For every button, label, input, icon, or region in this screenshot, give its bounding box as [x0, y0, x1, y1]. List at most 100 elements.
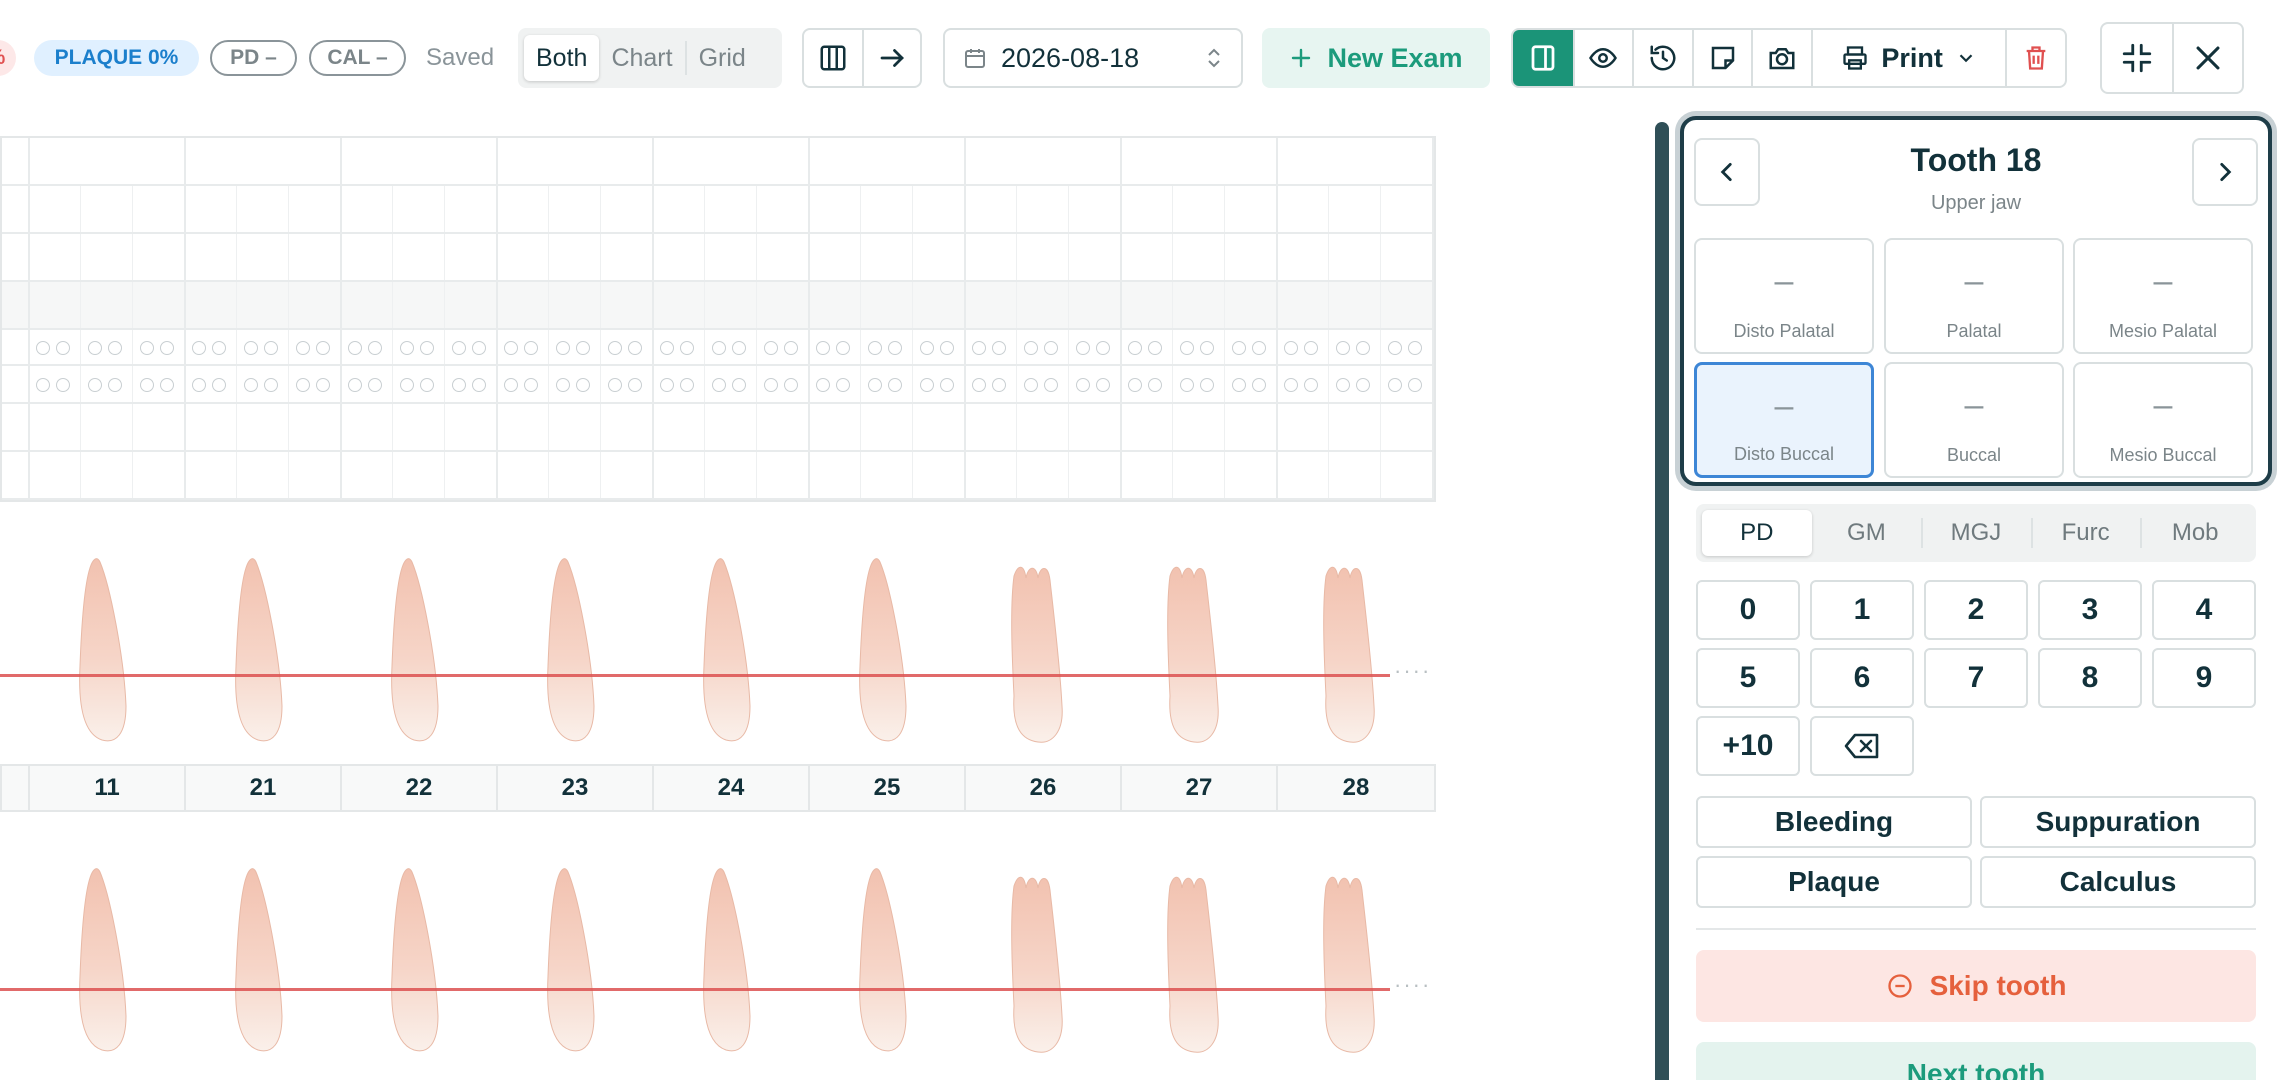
- tooth-illustration[interactable]: [1156, 556, 1236, 752]
- bleeding-indicator[interactable]: [1232, 341, 1246, 355]
- tab-gm[interactable]: GM: [1812, 510, 1922, 556]
- view-grid-button[interactable]: Grid: [687, 35, 758, 81]
- tooth-illustration[interactable]: [1312, 556, 1392, 752]
- bleeding-indicator[interactable]: [524, 341, 538, 355]
- bleeding-indicator[interactable]: [992, 341, 1006, 355]
- keypad-key-4[interactable]: 4: [2152, 580, 2256, 640]
- bleeding-indicator[interactable]: [1356, 341, 1370, 355]
- bleeding-indicator[interactable]: [712, 341, 726, 355]
- tooth-number[interactable]: 25: [808, 766, 964, 810]
- bleeding-indicator[interactable]: [316, 378, 330, 392]
- bleeding-indicator[interactable]: [888, 341, 902, 355]
- tooth-illustration[interactable]: [1000, 556, 1080, 752]
- bleeding-indicator[interactable]: [192, 378, 206, 392]
- bleeding-indicator[interactable]: [504, 378, 518, 392]
- bleeding-indicator[interactable]: [212, 341, 226, 355]
- bleeding-indicator[interactable]: [244, 341, 258, 355]
- keypad-key-7[interactable]: 7: [1924, 648, 2028, 708]
- bleeding-indicator[interactable]: [764, 378, 778, 392]
- tooth-number[interactable]: 28: [1276, 766, 1434, 810]
- tooth-illustration[interactable]: [64, 556, 144, 752]
- tooth-number[interactable]: 22: [340, 766, 496, 810]
- bleeding-indicator[interactable]: [680, 378, 694, 392]
- bleeding-indicator[interactable]: [836, 378, 850, 392]
- bleeding-indicator[interactable]: [296, 378, 310, 392]
- bleeding-indicator[interactable]: [160, 378, 174, 392]
- bleeding-indicator[interactable]: [1200, 341, 1214, 355]
- bleeding-indicator[interactable]: [940, 378, 954, 392]
- new-exam-button[interactable]: New Exam: [1262, 28, 1490, 88]
- bleeding-indicator[interactable]: [608, 378, 622, 392]
- tooth-number[interactable]: 26: [964, 766, 1120, 810]
- bleeding-indicator[interactable]: [972, 378, 986, 392]
- bleeding-indicator[interactable]: [660, 378, 674, 392]
- bleeding-indicator[interactable]: [472, 378, 486, 392]
- bleeding-indicator[interactable]: [972, 341, 986, 355]
- bleeding-indicator[interactable]: [88, 378, 102, 392]
- tooth-number[interactable]: 24: [652, 766, 808, 810]
- delete-exam-button[interactable]: [2005, 30, 2065, 86]
- bleeding-indicator[interactable]: [764, 341, 778, 355]
- tooth-illustration[interactable]: [1000, 866, 1080, 1062]
- exam-date-picker[interactable]: 2026-08-18: [943, 28, 1243, 88]
- skip-tooth-button[interactable]: Skip tooth: [1696, 950, 2256, 1022]
- bleeding-indicator[interactable]: [1356, 378, 1370, 392]
- bleeding-indicator[interactable]: [1336, 341, 1350, 355]
- tooth-illustration[interactable]: [532, 866, 612, 1062]
- bleeding-indicator[interactable]: [368, 341, 382, 355]
- bleeding-indicator[interactable]: [868, 341, 882, 355]
- bleeding-indicator[interactable]: [1096, 378, 1110, 392]
- columns-button[interactable]: [804, 30, 862, 86]
- tooth-illustration[interactable]: [220, 556, 300, 752]
- tab-furc[interactable]: Furc: [2030, 510, 2141, 556]
- view-both-button[interactable]: Both: [524, 35, 600, 81]
- bleeding-indicator[interactable]: [576, 341, 590, 355]
- tooth-illustration[interactable]: [844, 556, 924, 752]
- bleeding-indicator[interactable]: [244, 378, 258, 392]
- bleeding-indicator[interactable]: [732, 341, 746, 355]
- bleeding-indicator[interactable]: [36, 341, 50, 355]
- exit-fullscreen-button[interactable]: [2102, 24, 2172, 92]
- site-mesio-buccal[interactable]: – Mesio Buccal: [2073, 362, 2253, 478]
- bleeding-indicator[interactable]: [264, 378, 278, 392]
- bleeding-indicator[interactable]: [192, 341, 206, 355]
- bleeding-indicator[interactable]: [836, 341, 850, 355]
- bleeding-indicator[interactable]: [608, 341, 622, 355]
- bleeding-indicator[interactable]: [576, 378, 590, 392]
- tooth-illustration[interactable]: [688, 556, 768, 752]
- bleeding-indicator[interactable]: [296, 341, 310, 355]
- bleeding-indicator[interactable]: [1252, 378, 1266, 392]
- bleeding-indicator[interactable]: [1076, 341, 1090, 355]
- site-palatal[interactable]: – Palatal: [1884, 238, 2064, 354]
- bleeding-indicator[interactable]: [400, 378, 414, 392]
- print-button[interactable]: Print: [1810, 30, 2006, 86]
- tooth-illustration[interactable]: [64, 866, 144, 1062]
- bleeding-indicator[interactable]: [940, 341, 954, 355]
- bleeding-indicator[interactable]: [920, 378, 934, 392]
- bleeding-indicator[interactable]: [524, 378, 538, 392]
- bleeding-indicator[interactable]: [556, 341, 570, 355]
- tooth-illustration[interactable]: [376, 556, 456, 752]
- bleeding-indicator[interactable]: [816, 341, 830, 355]
- close-button[interactable]: [2172, 24, 2242, 92]
- bleeding-indicator[interactable]: [888, 378, 902, 392]
- bleeding-indicator[interactable]: [1076, 378, 1090, 392]
- bleeding-indicator[interactable]: [1408, 341, 1422, 355]
- bleeding-indicator[interactable]: [88, 341, 102, 355]
- keypad-key-2[interactable]: 2: [1924, 580, 2028, 640]
- bleeding-indicator[interactable]: [732, 378, 746, 392]
- tooth-number[interactable]: 27: [1120, 766, 1276, 810]
- bleeding-indicator[interactable]: [1044, 341, 1058, 355]
- bleeding-indicator[interactable]: [108, 378, 122, 392]
- next-tooth-arrow-button[interactable]: [2192, 138, 2258, 206]
- bleeding-indicator[interactable]: [1304, 378, 1318, 392]
- bleeding-indicator[interactable]: [472, 341, 486, 355]
- bleeding-indicator[interactable]: [1148, 341, 1162, 355]
- bleeding-indicator[interactable]: [452, 378, 466, 392]
- bleeding-indicator[interactable]: [680, 341, 694, 355]
- site-mesio-palatal[interactable]: – Mesio Palatal: [2073, 238, 2253, 354]
- next-tooth-button[interactable]: Next tooth: [1696, 1042, 2256, 1080]
- preview-button[interactable]: [1572, 30, 1633, 86]
- tooth-illustration[interactable]: [844, 866, 924, 1062]
- bleeding-indicator[interactable]: [1284, 341, 1298, 355]
